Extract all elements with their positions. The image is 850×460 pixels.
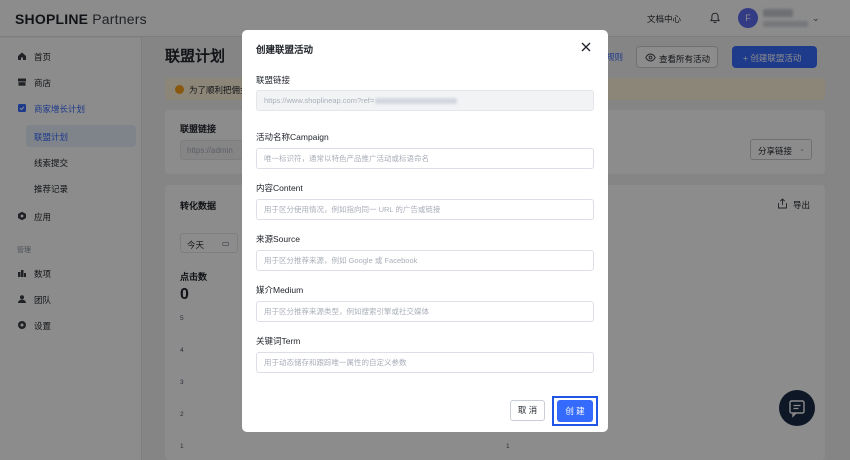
field-label-medium: 媒介Medium: [256, 285, 304, 295]
field-label-content: 内容Content: [256, 183, 303, 193]
redacted-ref-code: [375, 98, 458, 105]
term-field[interactable]: 用于动态储存和跟踪唯一属性的自定义参数: [256, 352, 594, 373]
create-campaign-modal: 创建联盟活动 联盟链接 https://www.shoplineap.com?r…: [242, 30, 608, 432]
field-label-source: 来源Source: [256, 234, 300, 244]
field-label-affiliate-link: 联盟链接: [256, 75, 291, 85]
cancel-button[interactable]: 取 消: [510, 400, 545, 421]
source-field[interactable]: 用于区分推荐来源，例如 Google 或 Facebook: [256, 250, 594, 271]
medium-field[interactable]: 用于区分推荐来源类型，例如搜索引擎或社交媒体: [256, 301, 594, 322]
affiliate-link-placeholder: https://www.shoplineap.com?ref=: [264, 96, 375, 105]
content-field[interactable]: 用于区分使用情况，例如指向同一 URL 的广告或链接: [256, 199, 594, 220]
modal-title: 创建联盟活动: [256, 45, 314, 56]
field-label-campaign: 活动名称Campaign: [256, 132, 329, 142]
create-button[interactable]: 创 建: [557, 400, 593, 422]
close-icon[interactable]: [579, 40, 593, 54]
field-label-term: 关键词Term: [256, 336, 301, 346]
affiliate-link-field: https://www.shoplineap.com?ref=: [256, 90, 594, 111]
campaign-field[interactable]: 唯一标识符，通常以特色产品推广活动或标语命名: [256, 148, 594, 169]
create-button-highlight: 创 建: [552, 396, 598, 426]
